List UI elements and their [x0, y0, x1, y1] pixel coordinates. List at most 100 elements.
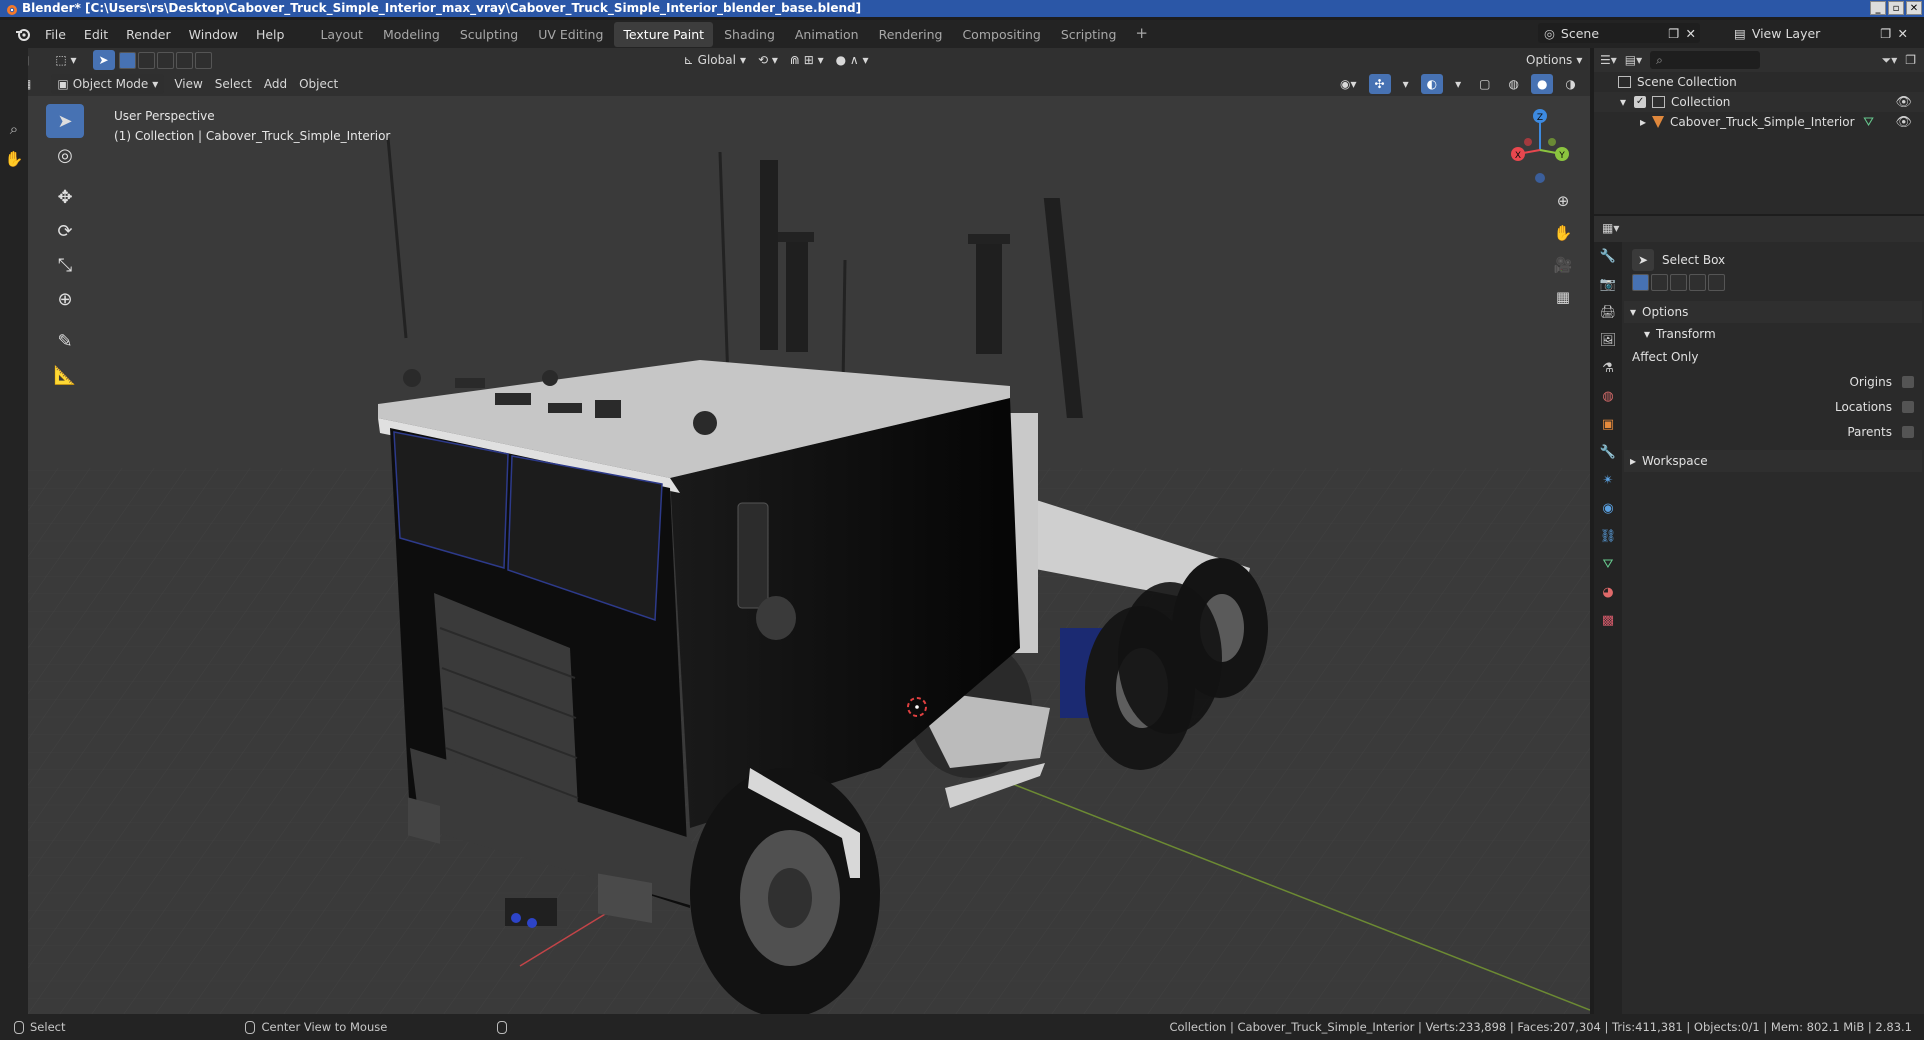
tab-compositing[interactable]: Compositing	[953, 22, 1049, 47]
scene-selector[interactable]: ◎ Scene ❐ ✕	[1538, 23, 1700, 43]
texture-tab-icon[interactable]: ▩	[1594, 606, 1622, 634]
view-layer-tab-icon[interactable]: 🖼	[1594, 326, 1622, 354]
object-mode-dropdown[interactable]: ▣ Object Mode ▾	[51, 74, 165, 94]
outliner-editor-icon[interactable]: ☰▾	[1600, 53, 1617, 67]
blender-menu-icon[interactable]	[10, 21, 36, 47]
3d-viewport[interactable]: Z X Y ▦ ⬚ ▾ ➤ ⊾ Global ▾ ⟲ ▾ ⋒ ⊞ ▾	[0, 48, 1590, 1014]
mode-subtract-icon[interactable]	[156, 51, 174, 69]
options-panel-header[interactable]: ▾ Options	[1624, 301, 1922, 323]
mode-extend-icon[interactable]	[1651, 274, 1668, 291]
material-tab-icon[interactable]: ◕	[1594, 578, 1622, 606]
expand-arrow-icon[interactable]: ▾	[1620, 95, 1626, 109]
tab-sculpting[interactable]: Sculpting	[451, 22, 527, 47]
minimize-button[interactable]: _	[1870, 1, 1886, 15]
eye-icon[interactable]: 👁	[1895, 115, 1912, 130]
output-tab-icon[interactable]: 🖨	[1594, 298, 1622, 326]
measure-icon[interactable]: 📐	[46, 358, 84, 392]
zoom-side-icon[interactable]: ⌕	[0, 114, 28, 144]
overlay-dropdown-icon[interactable]: ▾	[1449, 74, 1467, 94]
menu-edit[interactable]: Edit	[75, 27, 117, 42]
mode-extend-icon[interactable]	[137, 51, 155, 69]
tab-modeling[interactable]: Modeling	[374, 22, 449, 47]
tab-scripting[interactable]: Scripting	[1052, 22, 1126, 47]
transform-icon[interactable]: ⊕	[46, 282, 84, 316]
constraints-tab-icon[interactable]: ⛓	[1594, 522, 1622, 550]
object-tab-icon[interactable]: ▣	[1594, 410, 1622, 438]
hand-side-icon[interactable]: ✋	[0, 144, 28, 174]
new-view-layer-icon[interactable]: ❐	[1880, 26, 1891, 41]
add-workspace-icon[interactable]: +	[1127, 22, 1156, 47]
camera-view-icon[interactable]: 🎥	[1550, 252, 1576, 278]
world-tab-icon[interactable]: ◍	[1594, 382, 1622, 410]
transform-orientation-dropdown[interactable]: ⊾ Global ▾	[678, 50, 752, 70]
tab-rendering[interactable]: Rendering	[870, 22, 952, 47]
close-button[interactable]: ✕	[1906, 1, 1922, 15]
properties-editor-icon[interactable]: ▦▾	[1602, 221, 1619, 235]
cursor-icon[interactable]: ◎	[46, 138, 84, 172]
solid-shading-icon[interactable]: ●	[1530, 74, 1554, 94]
menu-object[interactable]: Object	[293, 74, 344, 94]
render-tab-icon[interactable]: 📷	[1594, 270, 1622, 298]
expand-arrow-icon[interactable]: ▸	[1640, 115, 1646, 129]
mode-difference-icon[interactable]	[1689, 274, 1706, 291]
tab-layout[interactable]: Layout	[311, 22, 372, 47]
modifier-tab-icon[interactable]: 🔧	[1594, 438, 1622, 466]
menu-file[interactable]: File	[36, 27, 75, 42]
remove-view-layer-icon[interactable]: ✕	[1898, 26, 1908, 41]
menu-select[interactable]: Select	[209, 74, 258, 94]
view-layer-selector[interactable]: ▤ View Layer ❐ ✕	[1730, 23, 1914, 43]
display-mode-icon[interactable]: ▤▾	[1625, 53, 1642, 67]
transform-subpanel-header[interactable]: ▾ Transform	[1624, 323, 1922, 345]
tab-shading[interactable]: Shading	[715, 22, 784, 47]
pan-hand-icon[interactable]: ✋	[1550, 220, 1576, 246]
mode-set-icon[interactable]	[118, 51, 136, 69]
remove-scene-icon[interactable]: ✕	[1686, 26, 1696, 41]
snap-icon[interactable]: ⋒ ⊞ ▾	[784, 50, 830, 70]
menu-help[interactable]: Help	[247, 27, 294, 42]
rendered-shading-icon[interactable]: ◔	[1588, 74, 1590, 94]
mode-set-icon[interactable]	[1632, 274, 1649, 291]
visibility-icon[interactable]: ◉▾	[1334, 74, 1363, 94]
select-box-tool-icon[interactable]: ➤	[92, 50, 115, 70]
particles-tab-icon[interactable]: ✴	[1594, 466, 1622, 494]
workspace-panel-header[interactable]: ▸ Workspace	[1624, 450, 1922, 472]
select-box-icon[interactable]: ➤	[46, 104, 84, 138]
material-shading-icon[interactable]: ◑	[1559, 74, 1581, 94]
pivot-point-icon[interactable]: ⟲ ▾	[752, 50, 784, 70]
navigation-gizmo[interactable]: Z X Y	[1511, 109, 1569, 183]
data-tab-icon[interactable]: ⛛	[1594, 550, 1622, 578]
rotate-icon[interactable]: ⟳	[46, 214, 84, 248]
menu-window[interactable]: Window	[180, 27, 247, 42]
tab-animation[interactable]: Animation	[786, 22, 868, 47]
mode-subtract-icon[interactable]	[1670, 274, 1687, 291]
proportional-editing-icon[interactable]: ● ∧ ▾	[830, 50, 875, 70]
scene-tab-icon[interactable]: ⚗	[1594, 354, 1622, 382]
annotate-icon[interactable]: ✎	[46, 324, 84, 358]
tool-tab-icon[interactable]: 🔧	[1594, 242, 1622, 270]
parents-checkbox[interactable]	[1902, 425, 1914, 438]
perspective-toggle-icon[interactable]: ▦	[1550, 284, 1576, 310]
physics-tab-icon[interactable]: ◉	[1594, 494, 1622, 522]
outliner-row-scene-collection[interactable]: Scene Collection	[1594, 72, 1924, 92]
move-icon[interactable]: ✥	[46, 180, 84, 214]
scale-icon[interactable]: ⤡	[46, 248, 84, 282]
new-collection-icon[interactable]: ❐	[1905, 53, 1916, 67]
outliner-search-input[interactable]: ⌕	[1650, 51, 1761, 69]
viewport-scene[interactable]: Z X Y	[0, 48, 1590, 1014]
mesh-data-icon[interactable]: ⛛	[1863, 115, 1874, 130]
menu-render[interactable]: Render	[117, 27, 180, 42]
mode-difference-icon[interactable]	[175, 51, 193, 69]
mode-intersect-icon[interactable]	[194, 51, 212, 69]
tab-uv-editing[interactable]: UV Editing	[529, 22, 612, 47]
eye-icon[interactable]: 👁	[1895, 95, 1912, 110]
tool-drag-icon[interactable]: ⬚ ▾	[49, 50, 82, 70]
origins-checkbox[interactable]	[1902, 375, 1914, 388]
select-box-tool-icon[interactable]: ➤	[1632, 249, 1654, 271]
collection-checkbox-icon[interactable]: ✓	[1634, 96, 1647, 108]
tab-texture-paint[interactable]: Texture Paint	[614, 21, 714, 47]
xray-icon[interactable]: ▢	[1473, 74, 1496, 94]
overlay-toggle-icon[interactable]: ◐	[1420, 74, 1444, 94]
options-dropdown[interactable]: Options ▾	[1520, 50, 1589, 70]
zoom-icon[interactable]: ⊕	[1550, 188, 1576, 214]
gizmo-toggle-icon[interactable]: ✣	[1368, 74, 1391, 94]
